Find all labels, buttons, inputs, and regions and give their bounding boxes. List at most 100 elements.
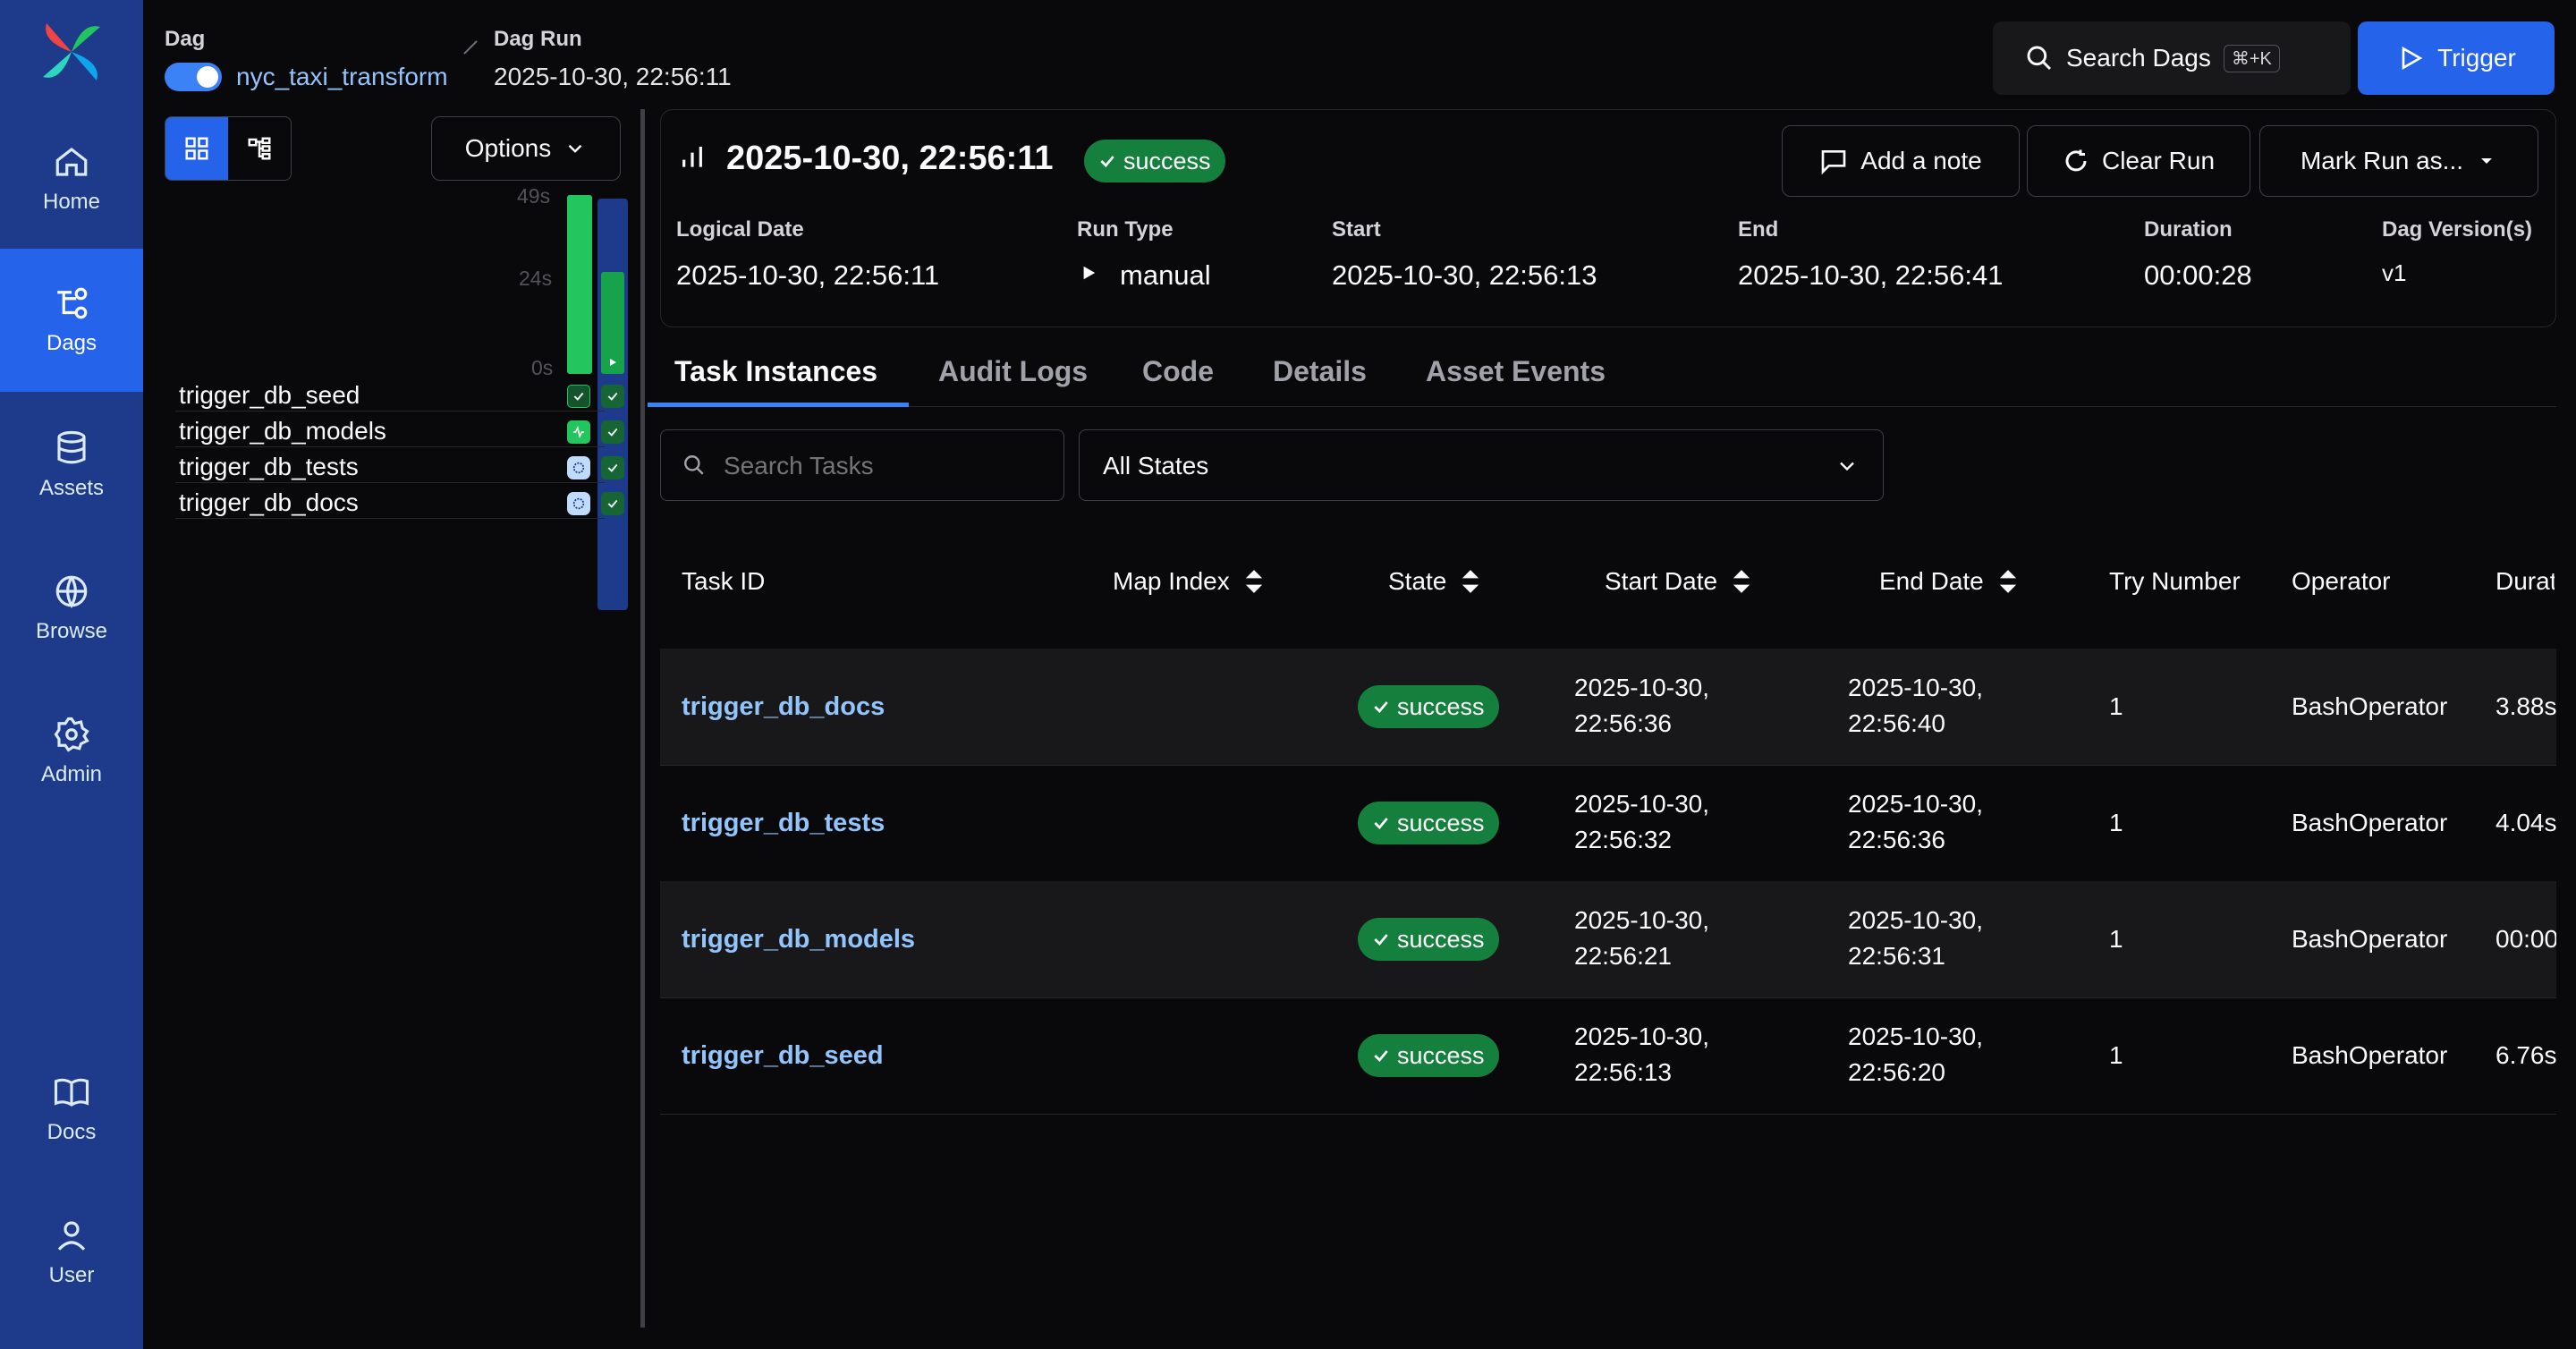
task-instance-cell[interactable] — [567, 385, 590, 408]
refresh-icon — [2065, 149, 2087, 172]
divider — [175, 482, 605, 483]
task-tree-item[interactable]: trigger_db_models — [179, 417, 386, 445]
task-instance-cell[interactable] — [601, 420, 624, 444]
column-header-state[interactable]: State — [1388, 567, 1480, 596]
search-tasks-field[interactable] — [660, 429, 1064, 501]
task-id-link[interactable]: trigger_db_tests — [682, 805, 885, 841]
task-instance-cell[interactable] — [601, 456, 624, 479]
duration-cell: 4.04s — [2496, 809, 2556, 836]
operator-cell: BashOperator — [2292, 809, 2448, 836]
column-header-end-date[interactable]: End Date — [1879, 567, 2018, 596]
add-note-button[interactable]: Add a note — [1782, 125, 2020, 197]
run-duration-bar[interactable] — [567, 195, 592, 374]
start-time-cell: 22:56:13 — [1574, 1058, 1672, 1086]
task-instance-cell[interactable] — [601, 492, 624, 515]
task-id-link[interactable]: trigger_db_seed — [682, 1038, 884, 1073]
grid-view-button[interactable] — [165, 117, 228, 180]
sidebar-item-docs[interactable]: Docs — [0, 1056, 143, 1163]
tab-audit-logs[interactable]: Audit Logs — [938, 355, 1088, 388]
options-button[interactable]: Options — [431, 116, 621, 181]
end-label: End — [1738, 217, 1779, 242]
end-time-cell: 22:56:36 — [1848, 826, 1945, 853]
tab-details[interactable]: Details — [1273, 355, 1367, 388]
state-label: success — [1397, 809, 1485, 836]
trigger-label: Trigger — [2437, 44, 2516, 72]
search-icon — [2027, 46, 2052, 71]
table-row[interactable]: trigger_db_tests success 2025-10-30, 22:… — [660, 765, 2556, 882]
task-instance-cell[interactable] — [567, 420, 590, 444]
trigger-button[interactable]: Trigger — [2358, 21, 2555, 95]
sidebar-item-browse[interactable]: Browse — [0, 555, 143, 662]
task-tree-item[interactable]: trigger_db_docs — [179, 488, 359, 517]
check-icon — [1374, 1050, 1388, 1062]
chevron-down-icon — [1840, 462, 1854, 471]
column-header-operator[interactable]: Operator — [2292, 567, 2391, 596]
column-header-start-date[interactable]: Start Date — [1605, 567, 1751, 596]
airflow-logo[interactable] — [39, 20, 104, 84]
table-row[interactable]: trigger_db_models success 2025-10-30, 22… — [660, 881, 2556, 998]
caret-down-icon — [2481, 158, 2493, 164]
scheduled-icon — [572, 497, 585, 510]
task-id-link[interactable]: trigger_db_docs — [682, 689, 885, 725]
selected-run-bar[interactable] — [601, 272, 624, 374]
table-row[interactable]: trigger_db_seed success 2025-10-30, 22:5… — [660, 997, 2556, 1115]
search-dags-button[interactable]: Search Dags ⌘+K — [1993, 21, 2351, 95]
duration-cell: 6.76s — [2496, 1041, 2556, 1069]
dag-name-link[interactable]: nyc_taxi_transform — [236, 63, 448, 91]
divider — [175, 446, 605, 447]
duration-cell: 3.88s — [2496, 692, 2556, 720]
clear-run-button[interactable]: Clear Run — [2027, 125, 2250, 197]
end-value: 2025-10-30, 22:56:41 — [1738, 259, 2004, 291]
panel-resize-handle[interactable] — [640, 109, 645, 1328]
task-instance-cell[interactable] — [601, 385, 624, 408]
mark-run-as-button[interactable]: Mark Run as... — [2259, 125, 2538, 197]
tab-asset-events[interactable]: Asset Events — [1426, 355, 1606, 388]
database-icon — [57, 430, 86, 464]
start-value: 2025-10-30, 22:56:13 — [1332, 259, 1597, 291]
column-header-task-id[interactable]: Task ID — [682, 567, 765, 596]
dags-icon — [57, 287, 88, 319]
state-filter-select[interactable]: All States — [1079, 429, 1884, 501]
sidebar-item-admin[interactable]: Admin — [0, 698, 143, 805]
duration-axis-max: 49s — [517, 184, 551, 208]
table-row[interactable]: trigger_db_docs success 2025-10-30, 22:5… — [660, 649, 2556, 766]
sidebar-item-home[interactable]: Home — [0, 125, 143, 233]
tab-code[interactable]: Code — [1142, 355, 1214, 388]
task-id-link[interactable]: trigger_db_models — [682, 921, 915, 957]
duration-axis-mid: 24s — [519, 267, 553, 290]
task-instance-cell[interactable] — [567, 456, 590, 479]
state-label: success — [1397, 925, 1485, 953]
operator-cell: BashOperator — [2292, 1041, 2448, 1069]
sidebar-item-user[interactable]: User — [0, 1199, 143, 1306]
divider — [175, 518, 605, 519]
dag-version-label: Dag Version(s) — [2382, 217, 2533, 242]
start-time-cell: 22:56:21 — [1574, 942, 1672, 970]
sidebar-item-label: Dags — [46, 331, 97, 355]
state-badge: success — [1358, 685, 1499, 728]
logical-date-label: Logical Date — [676, 217, 804, 242]
task-tree-item[interactable]: trigger_db_seed — [179, 381, 360, 410]
sidebar-item-dags[interactable]: Dags — [0, 249, 143, 392]
task-instance-cell[interactable] — [567, 492, 590, 515]
tab-task-instances[interactable]: Task Instances — [674, 355, 877, 388]
task-tree-item[interactable]: trigger_db_tests — [179, 453, 359, 481]
check-icon — [607, 463, 618, 472]
end-date-cell: 2025-10-30, — [1848, 674, 1984, 701]
sidebar-item-label: Admin — [40, 762, 103, 786]
try-number-cell: 1 — [2109, 809, 2123, 836]
column-header-try-number[interactable]: Try Number — [2109, 567, 2241, 596]
activity-icon — [573, 426, 584, 438]
column-header-label: Map Index — [1113, 567, 1230, 595]
sidebar-item-assets[interactable]: Assets — [0, 411, 143, 519]
column-header-duration[interactable]: Durat — [2496, 567, 2555, 596]
column-header-map-index[interactable]: Map Index — [1113, 567, 1264, 596]
duration-axis-min: 0s — [531, 356, 554, 379]
column-header-label: Durat — [2496, 567, 2555, 595]
try-number-cell: 1 — [2109, 1041, 2123, 1069]
active-tab-indicator — [648, 403, 909, 407]
search-tasks-input[interactable] — [722, 446, 1047, 486]
sidebar-item-label: User — [48, 1263, 95, 1287]
dag-pause-toggle[interactable] — [165, 63, 222, 91]
graph-view-button[interactable] — [228, 117, 291, 180]
sidebar-item-label: Browse — [35, 619, 108, 643]
